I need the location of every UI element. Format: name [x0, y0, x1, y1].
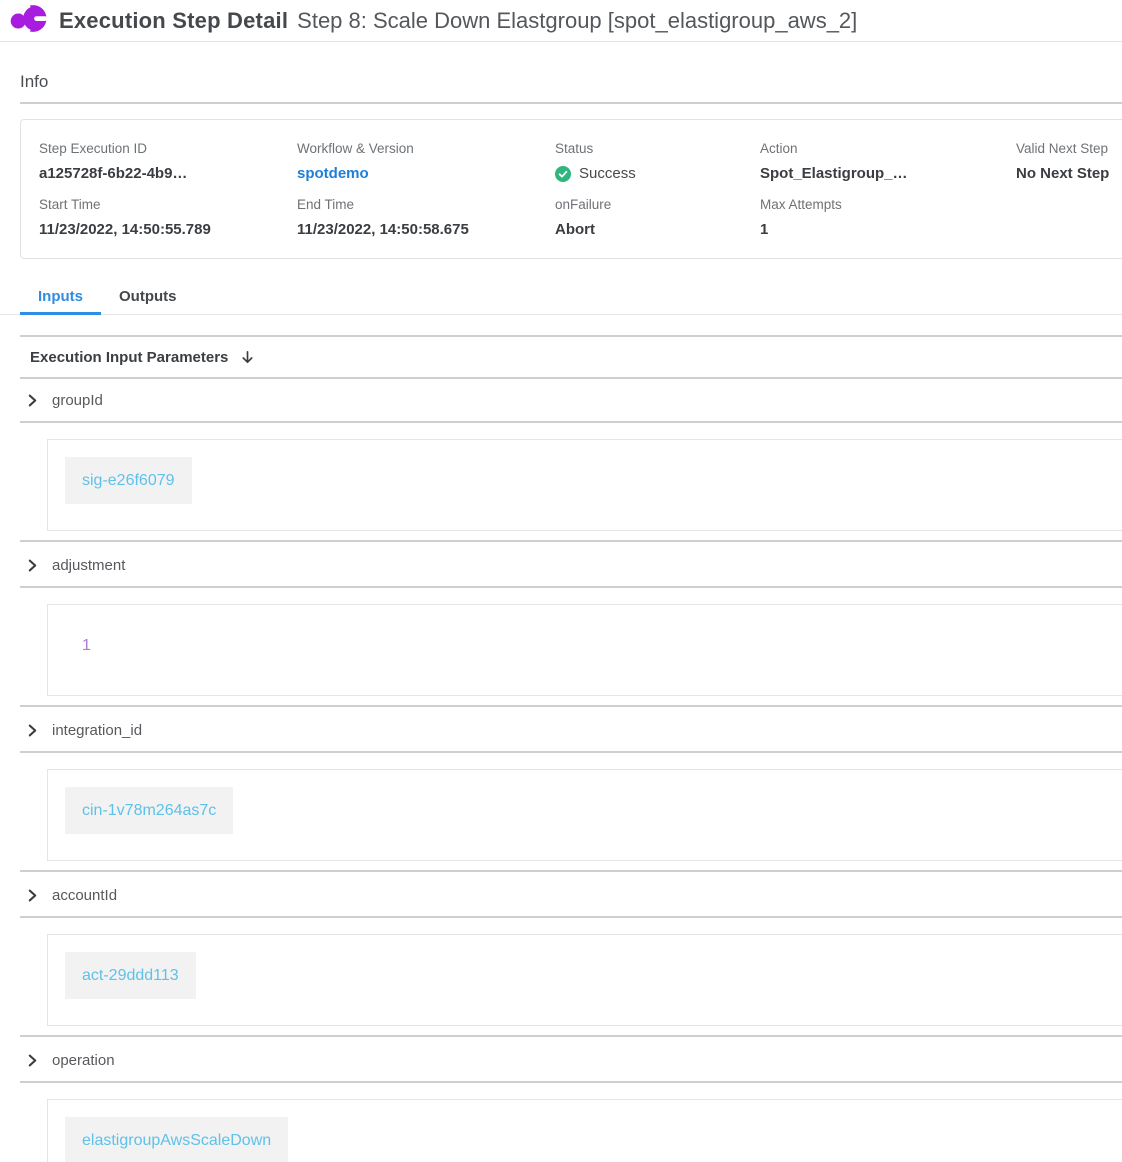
field-label: Step Execution ID: [39, 141, 297, 156]
execution-input-parameters-header: Execution Input Parameters: [20, 335, 1122, 379]
chevron-right-icon[interactable]: [26, 559, 39, 572]
divider: [20, 870, 1122, 872]
param-value-panel: sig-e26f6079: [47, 439, 1122, 531]
field-value: a125728f-6b22-4b9…: [39, 165, 297, 182]
field-label: Status: [555, 141, 760, 156]
field-value: 1: [760, 221, 1016, 238]
tab-outputs[interactable]: Outputs: [101, 282, 195, 315]
divider: [20, 916, 1122, 918]
page-header: Execution Step Detail Step 8: Scale Down…: [0, 0, 1122, 42]
field-end-time: End Time 11/23/2022, 14:50:58.675: [297, 197, 555, 238]
field-value: Spot_Elastigroup_…: [760, 165, 1016, 182]
tabs-bar: Inputs Outputs: [0, 282, 1122, 315]
field-label: End Time: [297, 197, 555, 212]
param-name: accountId: [52, 887, 117, 904]
divider: [20, 1035, 1122, 1037]
field-action: Action Spot_Elastigroup_…: [760, 141, 1016, 182]
field-label: Max Attempts: [760, 197, 1016, 212]
field-value: No Next Step: [1016, 165, 1122, 182]
page-title: Execution Step Detail: [59, 8, 288, 34]
field-valid-next-step: Valid Next Step No Next Step: [1016, 141, 1122, 182]
workflow-link[interactable]: spotdemo: [297, 165, 555, 182]
chevron-right-icon[interactable]: [26, 724, 39, 737]
param-value-panel: cin-1v78m264as7c: [47, 769, 1122, 861]
param-value: cin-1v78m264as7c: [65, 787, 233, 834]
param-value: act-29ddd113: [65, 952, 196, 999]
info-divider: [20, 102, 1122, 104]
field-start-time: Start Time 11/23/2022, 14:50:55.789: [39, 197, 297, 238]
page-subtitle: Step 8: Scale Down Elastgroup [spot_elas…: [297, 8, 857, 34]
field-max-attempts: Max Attempts 1: [760, 197, 1016, 238]
chevron-right-icon[interactable]: [26, 394, 39, 407]
info-card: Step Execution ID a125728f-6b22-4b9… Wor…: [20, 119, 1122, 259]
field-value: Abort: [555, 221, 760, 238]
field-label: Action: [760, 141, 1016, 156]
chevron-right-icon[interactable]: [26, 1054, 39, 1067]
param-section-operation: operation elastigroupAwsScaleDown: [0, 1039, 1122, 1162]
param-value: 1: [65, 622, 108, 669]
param-name: adjustment: [52, 557, 125, 574]
field-workflow-version: Workflow & Version spotdemo: [297, 141, 555, 182]
param-row-adjustment[interactable]: adjustment: [0, 544, 1122, 586]
status-badge: Success: [579, 165, 636, 182]
divider: [20, 751, 1122, 753]
param-value-panel: act-29ddd113: [47, 934, 1122, 1026]
field-step-execution-id: Step Execution ID a125728f-6b22-4b9…: [39, 141, 297, 182]
param-row-integration-id[interactable]: integration_id: [0, 709, 1122, 751]
param-section-accountid: accountId act-29ddd113: [0, 874, 1122, 1037]
param-row-accountid[interactable]: accountId: [0, 874, 1122, 916]
param-name: groupId: [52, 392, 103, 409]
param-section-integration-id: integration_id cin-1v78m264as7c: [0, 709, 1122, 872]
divider: [20, 586, 1122, 588]
tab-inputs[interactable]: Inputs: [20, 282, 101, 315]
info-row: Step Execution ID a125728f-6b22-4b9… Wor…: [39, 141, 1122, 182]
field-value: 11/23/2022, 14:50:58.675: [297, 221, 555, 238]
info-section-heading: Info: [20, 72, 1122, 92]
divider: [20, 1081, 1122, 1083]
param-value: elastigroupAwsScaleDown: [65, 1117, 288, 1162]
info-row: Start Time 11/23/2022, 14:50:55.789 End …: [39, 197, 1122, 238]
field-label: Valid Next Step: [1016, 141, 1122, 156]
param-row-operation[interactable]: operation: [0, 1039, 1122, 1081]
field-label: onFailure: [555, 197, 760, 212]
divider: [20, 705, 1122, 707]
param-section-groupid: groupId sig-e26f6079: [0, 379, 1122, 542]
field-label: Workflow & Version: [297, 141, 555, 156]
divider: [20, 540, 1122, 542]
param-value: sig-e26f6079: [65, 457, 192, 504]
param-section-adjustment: adjustment 1: [0, 544, 1122, 707]
field-value: 11/23/2022, 14:50:55.789: [39, 221, 297, 238]
param-value-panel: elastigroupAwsScaleDown: [47, 1099, 1122, 1162]
chevron-right-icon[interactable]: [26, 889, 39, 902]
param-row-groupid[interactable]: groupId: [0, 379, 1122, 421]
param-name: operation: [52, 1052, 115, 1069]
spot-logo-icon: [10, 3, 47, 36]
param-value-panel: 1: [47, 604, 1122, 696]
field-status: Status Success: [555, 141, 760, 182]
collapse-arrow-down-icon[interactable]: [240, 350, 255, 365]
field-onfailure: onFailure Abort: [555, 197, 760, 238]
param-name: integration_id: [52, 722, 142, 739]
divider: [20, 421, 1122, 423]
execution-input-parameters-title: Execution Input Parameters: [30, 349, 228, 366]
field-label: Start Time: [39, 197, 297, 212]
success-check-icon: [555, 166, 571, 182]
